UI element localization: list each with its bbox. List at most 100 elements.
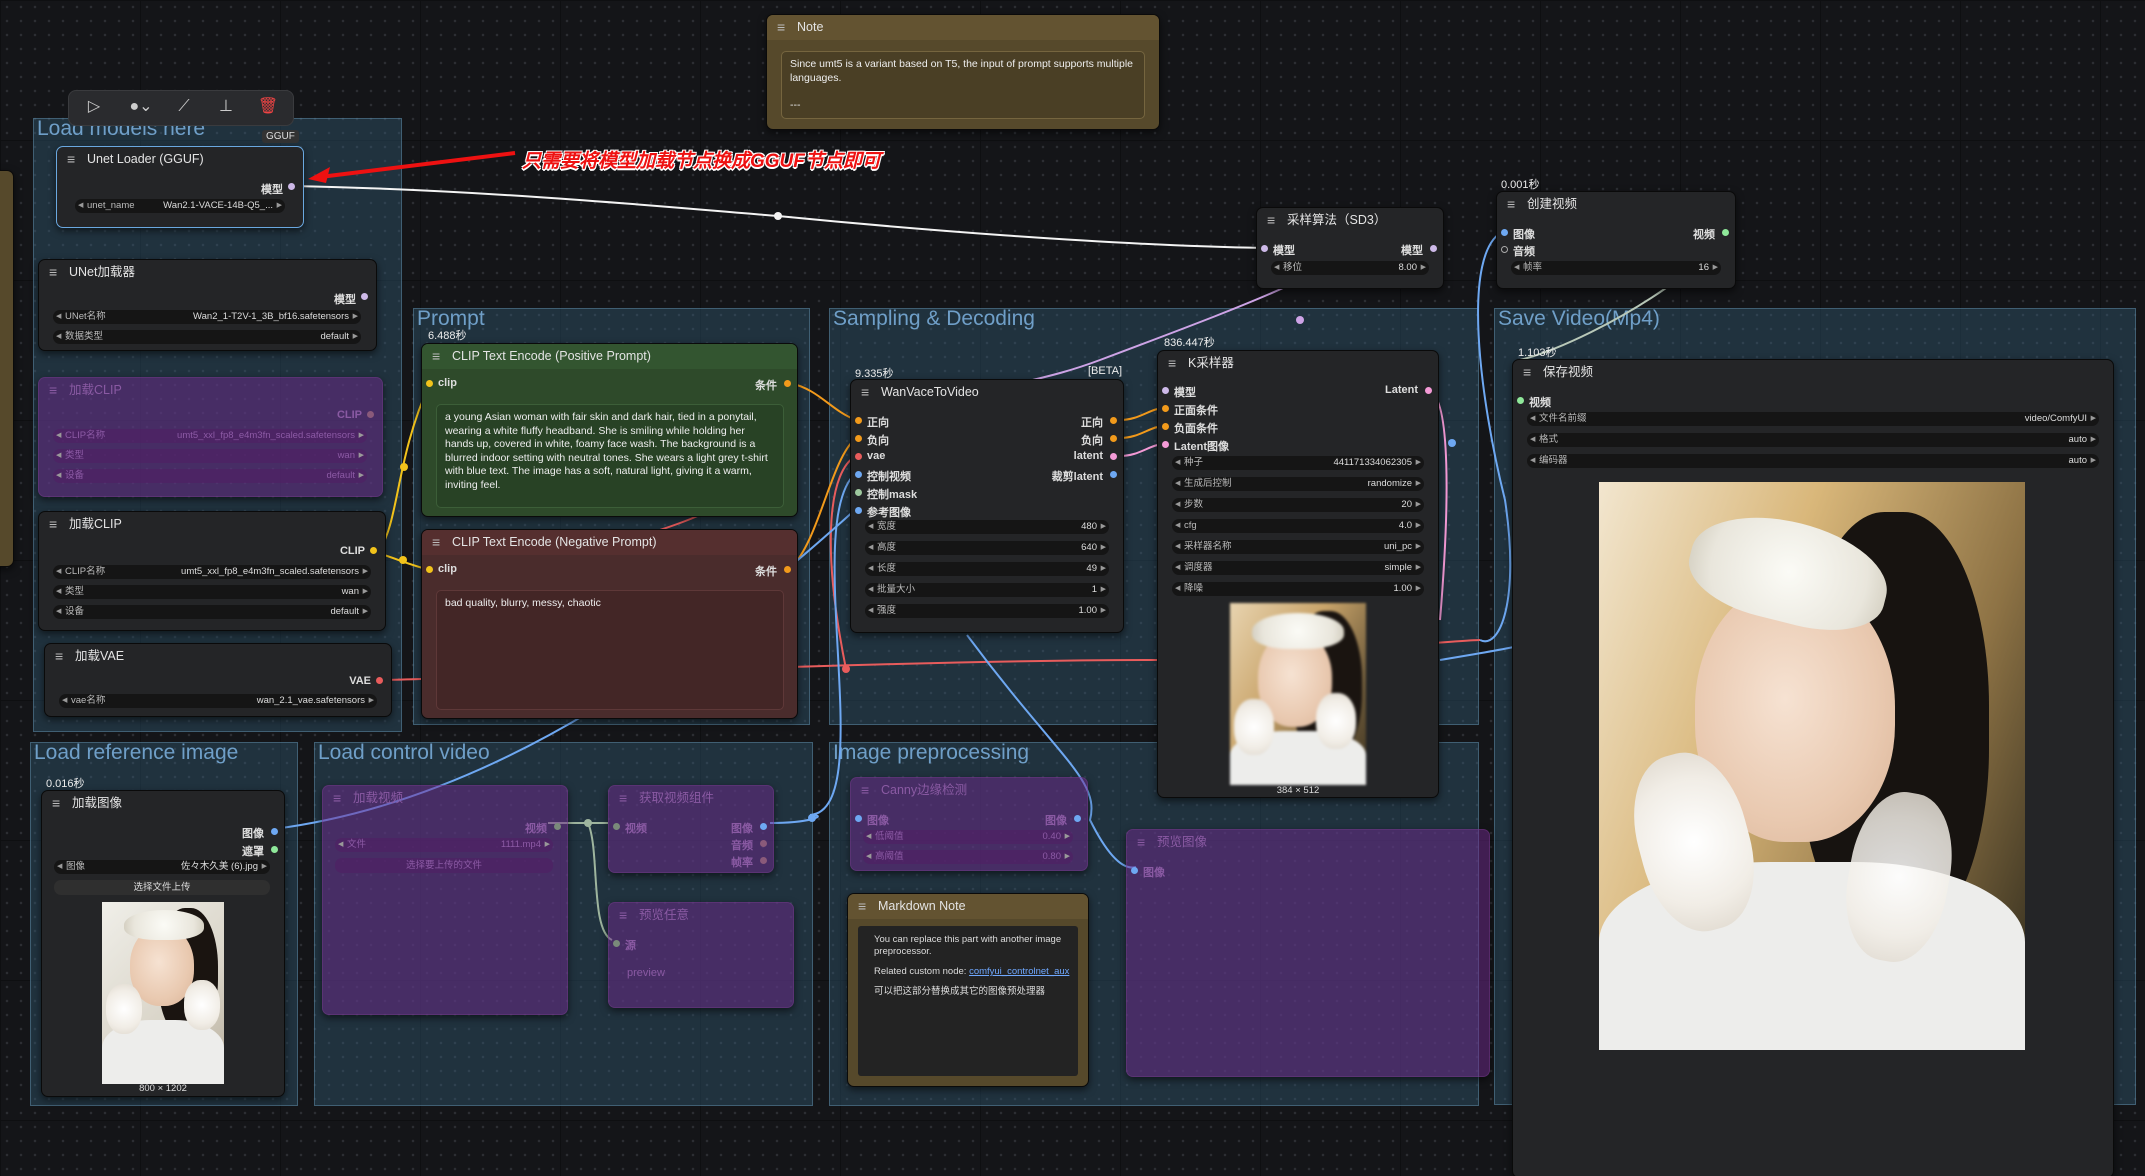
input-dot[interactable] [1501,229,1508,236]
steps-widget[interactable]: 步数 20 [1172,498,1424,512]
node-title[interactable]: 加载图像 [42,791,284,816]
input-dot[interactable] [1162,405,1169,412]
node-title[interactable]: CLIP Text Encode (Positive Prompt) [422,344,797,369]
unet-loader-gguf-node[interactable]: Unet Loader (GGUF) 模型 unet_name Wan2.1-VA… [56,146,304,228]
output-dot[interactable] [760,857,767,864]
input-dot[interactable] [426,566,433,573]
input-dot[interactable] [1162,423,1169,430]
input-dot[interactable] [1162,387,1169,394]
input-dot[interactable] [1131,867,1138,874]
node-title[interactable]: K采样器 [1158,351,1438,376]
color-picker-icon[interactable]: ●⌄ [121,91,161,123]
low-threshold-widget[interactable]: 低阈值 0.40 [863,830,1073,844]
output-dot[interactable] [554,823,561,830]
input-dot[interactable] [855,507,862,514]
image-file-widget[interactable]: 图像 佐々木久美 (6).jpg [54,860,270,874]
unet-name-widget[interactable]: unet_name Wan2.1-VACE-14B-Q5_... [75,199,285,213]
node-title[interactable]: 加载VAE [45,644,391,669]
load-video-bypassed-node[interactable]: 加载视频 视频 文件 1111.mp4 选择要上传的文件 [322,785,568,1015]
output-video-preview[interactable] [1599,482,2025,1050]
trash-icon[interactable]: 🗑 [253,91,283,123]
width-widget[interactable]: 宽度 480 [865,520,1109,534]
fps-widget[interactable]: 帧率 16 [1511,261,1721,275]
get-video-components-node[interactable]: 获取视频组件 视频 图像 音频 帧率 [608,785,774,873]
node-title[interactable]: Unet Loader (GGUF) [57,147,303,172]
node-title[interactable]: Note [767,15,1159,40]
input-dot[interactable] [855,471,862,478]
preview-image-node[interactable]: 预览图像 图像 [1126,829,1490,1077]
vae-loader-node[interactable]: 加载VAE VAE vae名称 wan_2.1_vae.safetensors [44,643,392,717]
output-dot[interactable] [271,828,278,835]
output-dot[interactable] [1110,417,1117,424]
node-title[interactable]: 采样算法（SD3） [1257,208,1443,233]
positive-prompt-textarea[interactable]: a young Asian woman with fair skin and d… [436,404,784,508]
codec-widget[interactable]: 编码器 auto [1527,454,2099,468]
input-dot[interactable] [855,417,862,424]
create-video-node[interactable]: 创建视频 图像 音频 视频 帧率 16 [1496,191,1736,289]
controlnet-aux-link[interactable]: comfyui_controlnet_aux [969,966,1069,977]
clip-loader-node[interactable]: 加载CLIP CLIP CLIP名称 umt5_xxl_fp8_e4m3fn_sc… [38,511,386,631]
vae-name-widget[interactable]: vae名称 wan_2.1_vae.safetensors [59,694,377,708]
height-widget[interactable]: 高度 640 [865,541,1109,555]
shift-widget[interactable]: 移位 8.00 [1271,261,1429,275]
clip-name-widget[interactable]: CLIP名称 umt5_xxl_fp8_e4m3fn_scaled.safeten… [53,429,367,443]
input-dot[interactable] [855,435,862,442]
type-widget[interactable]: 类型 wan [53,585,371,599]
cfg-widget[interactable]: cfg 4.0 [1172,519,1424,533]
denoise-widget[interactable]: 降噪 1.00 [1172,582,1424,596]
output-dot[interactable] [760,840,767,847]
output-dot[interactable] [370,547,377,554]
clip-text-encode-negative-node[interactable]: CLIP Text Encode (Negative Prompt) clip … [421,529,798,719]
node-graph-canvas[interactable]: Load models here Prompt Sampling & Decod… [0,0,2145,1176]
markdown-body[interactable]: You can replace this part with another i… [858,926,1078,1076]
markdown-note-node[interactable]: Markdown Note You can replace this part … [847,893,1089,1087]
output-dot[interactable] [271,846,278,853]
dtype-widget[interactable]: 数据类型 default [53,330,361,344]
node-title[interactable]: WanVaceToVideo [851,380,1123,405]
input-dot[interactable] [613,823,620,830]
control-after-generate-widget[interactable]: 生成后控制 randomize [1172,477,1424,491]
clip-loader-bypassed-node[interactable]: 加载CLIP CLIP CLIP名称 umt5_xxl_fp8_e4m3fn_sc… [38,377,383,497]
seed-widget[interactable]: 种子 441171334062305 [1172,456,1424,470]
node-title[interactable]: 保存视频 [1513,360,2113,385]
output-dot[interactable] [1110,435,1117,442]
model-sampling-sd3-node[interactable]: 采样算法（SD3） 模型 模型 移位 8.00 [1256,207,1444,289]
output-dot[interactable] [361,293,368,300]
node-title[interactable]: CLIP Text Encode (Negative Prompt) [422,530,797,555]
output-dot[interactable] [1110,471,1117,478]
node-title[interactable]: 加载CLIP [39,512,385,537]
sampler-name-widget[interactable]: 采样器名称 uni_pc [1172,540,1424,554]
filename-prefix-widget[interactable]: 文件名前缀 video/ComfyUI [1527,412,2099,426]
canny-node[interactable]: Canny边缘检测 图像 图像 低阈值 0.40 高阈值 0.80 [850,777,1088,871]
video-file-widget[interactable]: 文件 1111.mp4 [335,838,553,852]
input-dot[interactable] [426,380,433,387]
format-widget[interactable]: 格式 auto [1527,433,2099,447]
node-title[interactable]: 创建视频 [1497,192,1735,217]
input-dot[interactable] [1261,245,1268,252]
input-dot[interactable] [1517,397,1524,404]
preview-any-node[interactable]: 预览任意 源 preview [608,902,794,1008]
input-dot[interactable] [613,940,620,947]
output-dot[interactable] [784,380,791,387]
batch-size-widget[interactable]: 批量大小 1 [865,583,1109,597]
output-dot[interactable] [1425,387,1432,394]
unet-loader-node[interactable]: UNet加载器 模型 UNet名称 Wan2_1-T2V-1_3B_bf16.sa… [38,259,377,351]
clip-text-encode-positive-node[interactable]: CLIP Text Encode (Positive Prompt) clip … [421,343,798,517]
scheduler-widget[interactable]: 调度器 simple [1172,561,1424,575]
bypass-icon[interactable]: ⟋ [169,91,199,123]
device-widget[interactable]: 设备 default [53,605,371,619]
node-title[interactable]: Markdown Note [848,894,1088,919]
output-dot[interactable] [367,411,374,418]
clip-name-widget[interactable]: CLIP名称 umt5_xxl_fp8_e4m3fn_scaled.safeten… [53,565,371,579]
upload-video-button[interactable]: 选择要上传的文件 [335,858,553,873]
output-dot[interactable] [760,823,767,830]
type-widget[interactable]: 类型 wan [53,449,367,463]
node-title[interactable]: 加载视频 [323,786,567,811]
ksampler-node[interactable]: K采样器 模型 正面条件 负面条件 Latent图像 Latent 种子 4411… [1157,350,1439,798]
input-dot[interactable] [855,815,862,822]
node-title[interactable]: UNet加载器 [39,260,376,285]
node-title[interactable]: 预览图像 [1127,830,1489,855]
output-dot[interactable] [784,566,791,573]
wan-vace-to-video-node[interactable]: WanVaceToVideo 正向 负向 vae 控制视频 控制mask 参考图… [850,379,1124,633]
node-title[interactable]: 预览任意 [609,903,793,928]
